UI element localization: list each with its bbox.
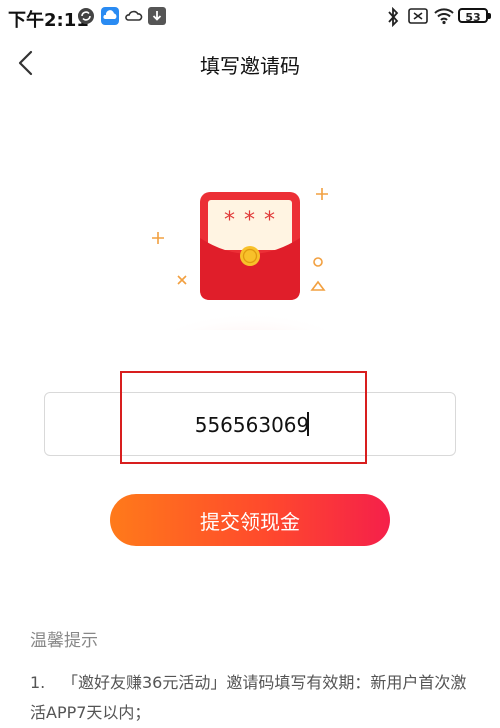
tip-item: 1. 「邀好友赚36元活动」邀请码填写有效期：新用户首次激活APP7天以内； <box>30 668 480 728</box>
red-envelope-illustration: * * * <box>150 180 350 360</box>
page-title: 填写邀请码 <box>200 54 300 78</box>
cloud-app-icon <box>101 7 119 29</box>
sync-icon <box>77 7 95 29</box>
download-icon <box>148 7 166 29</box>
wifi-icon <box>433 7 455 29</box>
status-bar: 下午2:11 53 <box>0 0 500 34</box>
envelope-card-text: * * * <box>224 208 276 233</box>
battery-indicator: 53 <box>458 8 491 24</box>
invite-code-input[interactable] <box>45 393 459 457</box>
tips-title: 温馨提示 <box>30 631 98 651</box>
submit-claim-cash-button[interactable]: 提交领现金 <box>110 494 390 546</box>
invite-code-field[interactable] <box>44 392 459 457</box>
bluetooth-icon <box>386 6 400 31</box>
cloud-icon <box>124 7 144 29</box>
text-caret <box>307 412 309 436</box>
tip-text: 「邀好友赚36元活动」邀请码填写有效期：新用户首次激活APP7天以内； <box>30 673 467 722</box>
no-sim-icon <box>408 7 428 29</box>
tip-number: 1. <box>30 673 46 692</box>
